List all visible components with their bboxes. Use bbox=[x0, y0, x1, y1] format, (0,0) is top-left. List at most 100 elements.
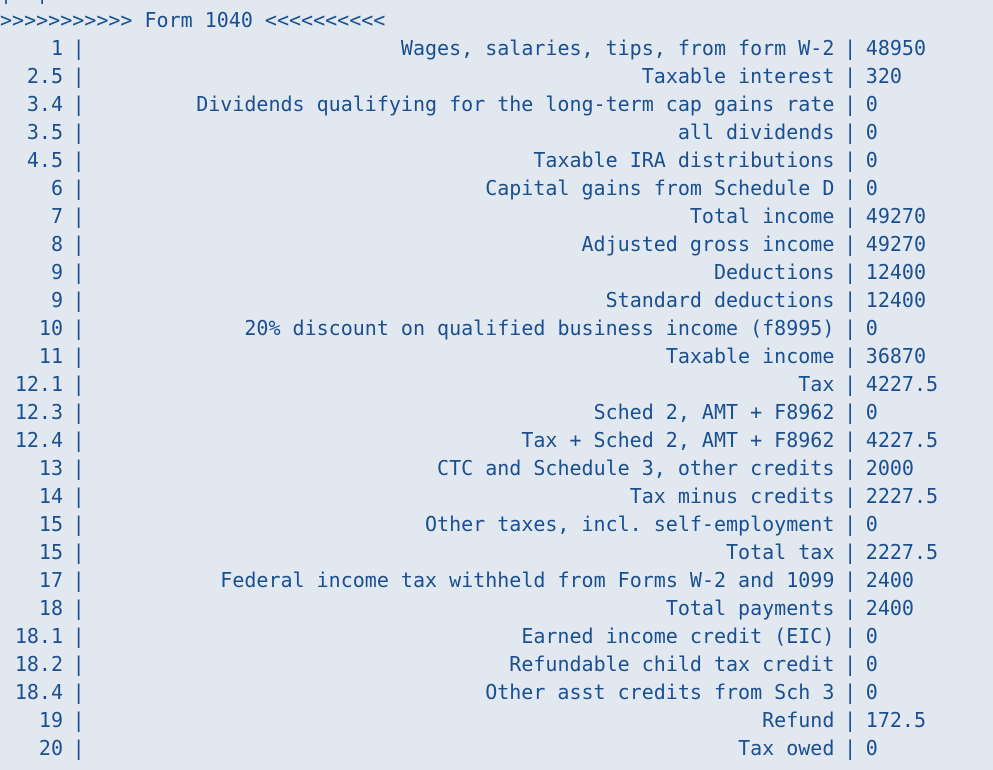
form-line-number: 13 bbox=[38, 456, 63, 480]
form-line-amount: 0 bbox=[865, 316, 878, 340]
column-separator: | bbox=[844, 652, 857, 676]
column-separator: | bbox=[844, 624, 857, 648]
form-line-number: 19 bbox=[38, 708, 63, 732]
form-line-description: 20% discount on qualified business incom… bbox=[244, 316, 835, 340]
column-separator: | bbox=[72, 204, 85, 228]
form-line-description: Standard deductions bbox=[605, 288, 835, 312]
column-separator: | bbox=[844, 736, 857, 760]
form-line-amount: 49270 bbox=[865, 204, 926, 228]
column-separator: | bbox=[72, 652, 85, 676]
form-line-amount: 0 bbox=[865, 652, 878, 676]
form-line-description: Other asst credits from Sch 3 bbox=[485, 680, 835, 704]
form-line-row: 11 | Taxable income | 36870 bbox=[0, 342, 993, 370]
form-line-row: 18.4 | Other asst credits from Sch 3 | 0 bbox=[0, 678, 993, 706]
column-separator: | bbox=[72, 36, 85, 60]
form-line-amount: 2000 bbox=[865, 456, 914, 480]
form-line-description: Earned income credit (EIC) bbox=[521, 624, 835, 648]
column-separator: | bbox=[72, 708, 85, 732]
column-separator: | bbox=[72, 64, 85, 88]
form-line-row: 7 | Total income | 49270 bbox=[0, 202, 993, 230]
form-line-description: Total income bbox=[689, 204, 835, 228]
column-separator: | bbox=[72, 456, 85, 480]
form-line-number: 18.2 bbox=[14, 652, 63, 676]
form-line-number: 4.5 bbox=[26, 148, 63, 172]
column-separator: | bbox=[72, 568, 85, 592]
column-separator: | bbox=[72, 540, 85, 564]
form-line-number: 12.1 bbox=[14, 372, 63, 396]
form-line-row: 2.5 | Taxable interest | 320 bbox=[0, 62, 993, 90]
form-line-description: Federal income tax withheld from Forms W… bbox=[220, 568, 835, 592]
form-line-row: 6 | Capital gains from Schedule D | 0 bbox=[0, 174, 993, 202]
form-line-number: 2.5 bbox=[26, 64, 63, 88]
column-separator: | bbox=[72, 344, 85, 368]
column-separator: | bbox=[844, 316, 857, 340]
form-line-description: Sched 2, AMT + F8962 bbox=[593, 400, 835, 424]
form-line-number: 15 bbox=[38, 512, 63, 536]
form-line-row: 10 | 20% discount on qualified business in… bbox=[0, 314, 993, 342]
column-separator: | bbox=[72, 596, 85, 620]
form-line-number: 18.1 bbox=[14, 624, 63, 648]
form-line-row: 1 | Wages, salaries, tips, from form W-2 | 4… bbox=[0, 34, 993, 62]
form-line-number: 10 bbox=[38, 316, 63, 340]
terminal-output: | | >>>>>>>>>>> Form 1040 <<<<<<<<<< 1 | W… bbox=[0, 0, 993, 770]
form-line-amount: 12400 bbox=[865, 260, 926, 284]
column-separator: | bbox=[844, 484, 857, 508]
column-separator: | bbox=[72, 120, 85, 144]
form-line-number: 18.4 bbox=[14, 680, 63, 704]
form-line-amount: 2227.5 bbox=[865, 484, 939, 508]
form-line-amount: 0 bbox=[865, 400, 878, 424]
column-separator: | bbox=[844, 176, 857, 200]
form-line-description: Tax owed bbox=[738, 736, 835, 760]
form-line-amount: 48950 bbox=[865, 36, 926, 60]
form-line-row: 18.2 | Refundable child tax credit | 0 bbox=[0, 650, 993, 678]
form-line-row: 15 | Total tax | 2227.5 bbox=[0, 538, 993, 566]
column-separator: | bbox=[72, 316, 85, 340]
column-separator: | bbox=[72, 428, 85, 452]
form-line-description: Taxable interest bbox=[641, 64, 835, 88]
form-line-description: Dividends qualifying for the long-term c… bbox=[196, 92, 835, 116]
form-line-row: 3.5 | all dividends | 0 bbox=[0, 118, 993, 146]
form-line-amount: 0 bbox=[865, 148, 878, 172]
form-line-number: 20 bbox=[38, 736, 63, 760]
form-line-row: 12.1 | Tax | 4227.5 bbox=[0, 370, 993, 398]
form-line-amount: 0 bbox=[865, 512, 878, 536]
form-line-row: 4.5 | Taxable IRA distributions | 0 bbox=[0, 146, 993, 174]
column-separator: | bbox=[72, 512, 85, 536]
column-separator: | bbox=[844, 568, 857, 592]
form-line-description: Refundable child tax credit bbox=[509, 652, 835, 676]
form-line-amount: 0 bbox=[865, 176, 878, 200]
column-separator: | bbox=[844, 260, 857, 284]
form-line-number: 17 bbox=[38, 568, 63, 592]
form-1040-output: >>>>>>>>>>> Form 1040 <<<<<<<<<< 1 | Wages… bbox=[0, 6, 993, 762]
column-separator: | bbox=[72, 372, 85, 396]
column-separator: | bbox=[72, 176, 85, 200]
form-line-description: Wages, salaries, tips, from form W-2 bbox=[400, 36, 835, 60]
form-line-number: 18 bbox=[38, 596, 63, 620]
form-line-amount: 320 bbox=[865, 64, 902, 88]
form-line-description: Tax + Sched 2, AMT + F8962 bbox=[521, 428, 835, 452]
column-separator: | bbox=[844, 512, 857, 536]
form-line-amount: 12400 bbox=[865, 288, 926, 312]
form-1040-header: >>>>>>>>>>> Form 1040 <<<<<<<<<< bbox=[0, 8, 386, 32]
form-line-amount: 49270 bbox=[865, 232, 926, 256]
column-separator: | bbox=[844, 372, 857, 396]
column-separator: | bbox=[844, 708, 857, 732]
form-line-row: 18 | Total payments | 2400 bbox=[0, 594, 993, 622]
form-line-row: 20 | Tax owed | 0 bbox=[0, 734, 993, 762]
form-line-amount: 2227.5 bbox=[865, 540, 939, 564]
column-separator: | bbox=[72, 260, 85, 284]
form-line-description: Total payments bbox=[665, 596, 835, 620]
column-separator: | bbox=[844, 36, 857, 60]
form-line-amount: 0 bbox=[865, 120, 878, 144]
column-separator: | bbox=[844, 344, 857, 368]
form-line-number: 1 bbox=[50, 36, 63, 60]
form-1040-rows: 1 | Wages, salaries, tips, from form W-2 | 4… bbox=[0, 34, 993, 762]
form-line-row: 12.4 | Tax + Sched 2, AMT + F8962 | 4227.5 bbox=[0, 426, 993, 454]
form-line-description: Tax bbox=[798, 372, 835, 396]
form-line-amount: 0 bbox=[865, 92, 878, 116]
form-line-amount: 4227.5 bbox=[865, 428, 939, 452]
form-line-number: 8 bbox=[50, 232, 63, 256]
form-line-description: Taxable IRA distributions bbox=[533, 148, 835, 172]
form-line-amount: 36870 bbox=[865, 344, 926, 368]
form-line-number: 11 bbox=[38, 344, 63, 368]
